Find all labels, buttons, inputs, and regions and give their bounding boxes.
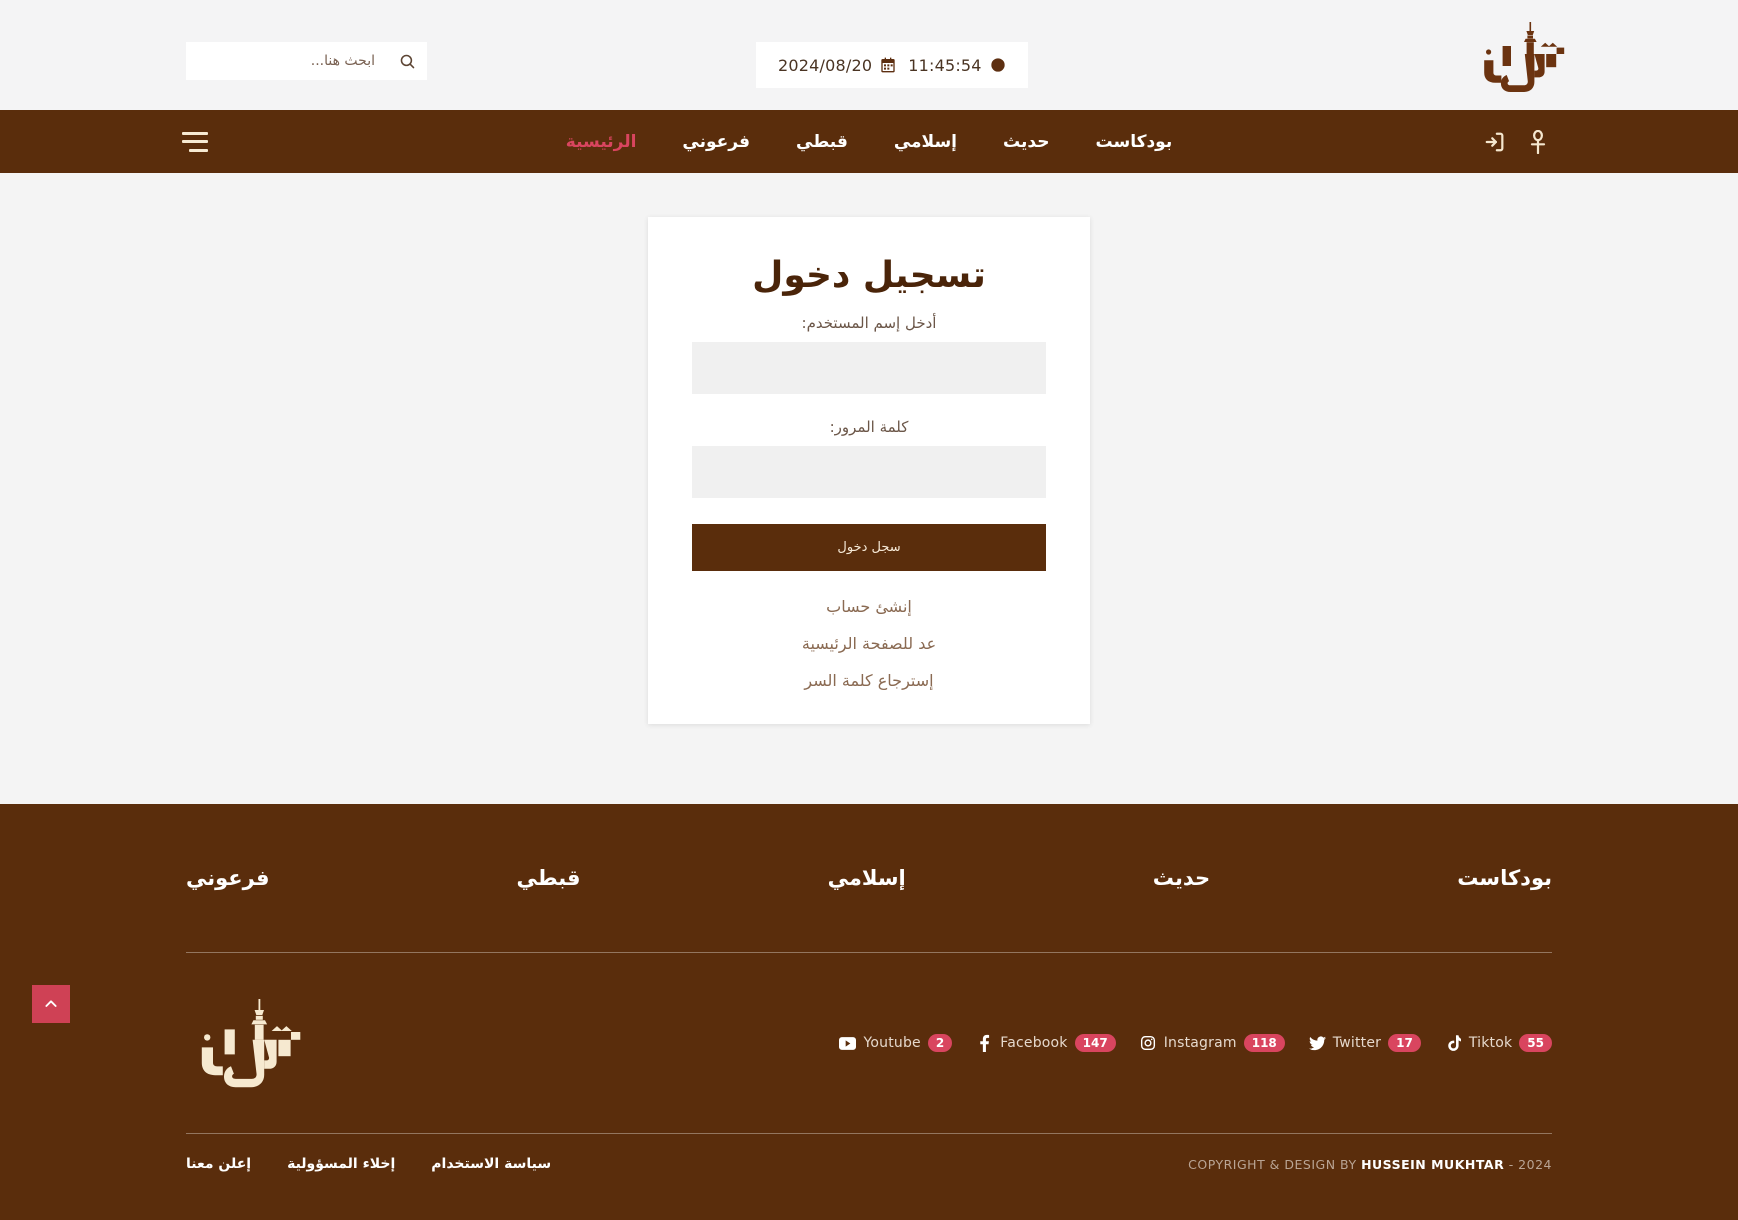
nav-utility-icons — [1484, 129, 1548, 154]
copyright-suffix: - 2024 — [1508, 1156, 1552, 1172]
create-account-link[interactable]: إنشئ حساب — [692, 597, 1046, 616]
nav-link-home[interactable]: الرئيسية — [566, 132, 637, 152]
footer-col-modern[interactable]: حديث — [1153, 866, 1210, 890]
legal-link-disclaimer[interactable]: إخلاء المسؤولية — [287, 1156, 395, 1172]
social-link-twitter[interactable]: Twitter 17 — [1308, 1034, 1421, 1052]
hamburger-menu-icon[interactable] — [182, 131, 208, 152]
legal-link-advertise[interactable]: إعلن معنا — [186, 1156, 251, 1172]
username-input[interactable] — [692, 342, 1046, 394]
copyright-notice: COPYRIGHT & DESIGN BY HUSSEIN MUKHTAR - … — [1188, 1157, 1552, 1172]
instagram-icon — [1140, 1035, 1157, 1052]
search-input[interactable] — [186, 43, 387, 79]
back-home-link[interactable]: عد للصفحة الرئيسية — [692, 634, 1046, 653]
search-icon[interactable] — [387, 42, 427, 80]
login-icon[interactable] — [1484, 131, 1506, 153]
top-bar: 2024/08/20 11:45:54 — [0, 0, 1738, 110]
nav-link-pharaonic[interactable]: فرعوني — [682, 132, 750, 152]
social-link-youtube[interactable]: Youtube 2 — [839, 1034, 953, 1052]
chevron-up-icon — [45, 1000, 57, 1007]
nav-link-coptic[interactable]: قبطي — [796, 132, 848, 152]
brand-logo-footer[interactable] — [186, 991, 314, 1095]
main-navigation: بودكاست حديث إسلامي قبطي فرعوني الرئيسية — [0, 110, 1738, 173]
footer-bottom-row: سياسة الاستخدام إخلاء المسؤولية إعلن معن… — [186, 1134, 1552, 1194]
footer-col-pharaonic[interactable]: فرعوني — [186, 866, 269, 890]
brand-logo-header[interactable] — [1468, 16, 1578, 96]
time-segment: 11:45:54 — [908, 56, 1005, 75]
main-content: تسجيل دخول أدخل إسم المستخدم: كلمة المرو… — [0, 173, 1738, 804]
social-name: Youtube — [863, 1035, 921, 1051]
social-name: Twitter — [1332, 1035, 1382, 1051]
ankh-icon[interactable] — [1528, 129, 1548, 154]
calendar-icon — [880, 57, 896, 73]
social-name: Instagram — [1163, 1035, 1237, 1051]
footer-col-islamic[interactable]: إسلامي — [828, 866, 906, 890]
tiktok-icon — [1445, 1034, 1462, 1052]
clock-icon — [990, 57, 1006, 73]
hamburger-line — [182, 131, 208, 135]
footer-col-coptic[interactable]: قبطي — [517, 866, 581, 890]
facebook-icon — [976, 1034, 993, 1052]
social-links: Youtube 2 Facebook 147 Instagram 118 Twi… — [839, 1034, 1552, 1052]
twitter-icon — [1308, 1035, 1326, 1052]
time-value: 11:45:54 — [908, 55, 982, 75]
page-title: تسجيل دخول — [752, 255, 986, 296]
footer-middle-row: Youtube 2 Facebook 147 Instagram 118 Twi… — [186, 953, 1552, 1133]
date-segment: 2024/08/20 — [778, 56, 896, 75]
social-name: Tiktok — [1468, 1035, 1513, 1051]
copyright-author: HUSSEIN MUKHTAR — [1361, 1156, 1505, 1172]
nav-links: بودكاست حديث إسلامي قبطي فرعوني الرئيسية — [566, 132, 1172, 152]
social-link-instagram[interactable]: Instagram 118 — [1140, 1034, 1285, 1052]
date-value: 2024/08/20 — [778, 55, 873, 75]
status-badge: 17 — [1388, 1034, 1421, 1052]
datetime-display: 2024/08/20 11:45:54 — [756, 42, 1028, 88]
search-box[interactable] — [186, 42, 427, 80]
forgot-password-link[interactable]: إسترجاع كلمة السر — [692, 671, 1046, 690]
nav-link-islamic[interactable]: إسلامي — [894, 132, 957, 152]
social-link-tiktok[interactable]: Tiktok 55 — [1445, 1034, 1552, 1052]
login-card: تسجيل دخول أدخل إسم المستخدم: كلمة المرو… — [648, 217, 1090, 724]
legal-link-usage-policy[interactable]: سياسة الاستخدام — [431, 1156, 551, 1172]
hamburger-line — [182, 140, 208, 143]
site-footer: فرعوني قبطي إسلامي حديث بودكاست Youtube … — [0, 804, 1738, 1220]
youtube-icon — [839, 1035, 857, 1052]
status-badge: 2 — [927, 1034, 953, 1052]
status-badge: 55 — [1519, 1034, 1552, 1052]
hamburger-line — [189, 148, 208, 152]
status-badge: 147 — [1074, 1034, 1116, 1052]
legal-links: سياسة الاستخدام إخلاء المسؤولية إعلن معن… — [186, 1156, 551, 1172]
nav-link-modern[interactable]: حديث — [1003, 132, 1049, 152]
login-submit-button[interactable]: سجل دخول — [692, 524, 1046, 571]
social-link-facebook[interactable]: Facebook 147 — [976, 1034, 1116, 1052]
status-badge: 118 — [1243, 1034, 1285, 1052]
footer-col-podcast[interactable]: بودكاست — [1457, 866, 1552, 890]
password-label: كلمة المرور: — [829, 418, 909, 436]
username-label: أدخل إسم المستخدم: — [801, 314, 937, 332]
copyright-prefix: COPYRIGHT & DESIGN BY — [1188, 1156, 1357, 1172]
nav-link-podcast[interactable]: بودكاست — [1095, 132, 1172, 152]
footer-category-columns: فرعوني قبطي إسلامي حديث بودكاست — [186, 804, 1552, 890]
password-input[interactable] — [692, 446, 1046, 498]
scroll-to-top-button[interactable] — [32, 985, 70, 1023]
social-name: Facebook — [1000, 1035, 1068, 1051]
